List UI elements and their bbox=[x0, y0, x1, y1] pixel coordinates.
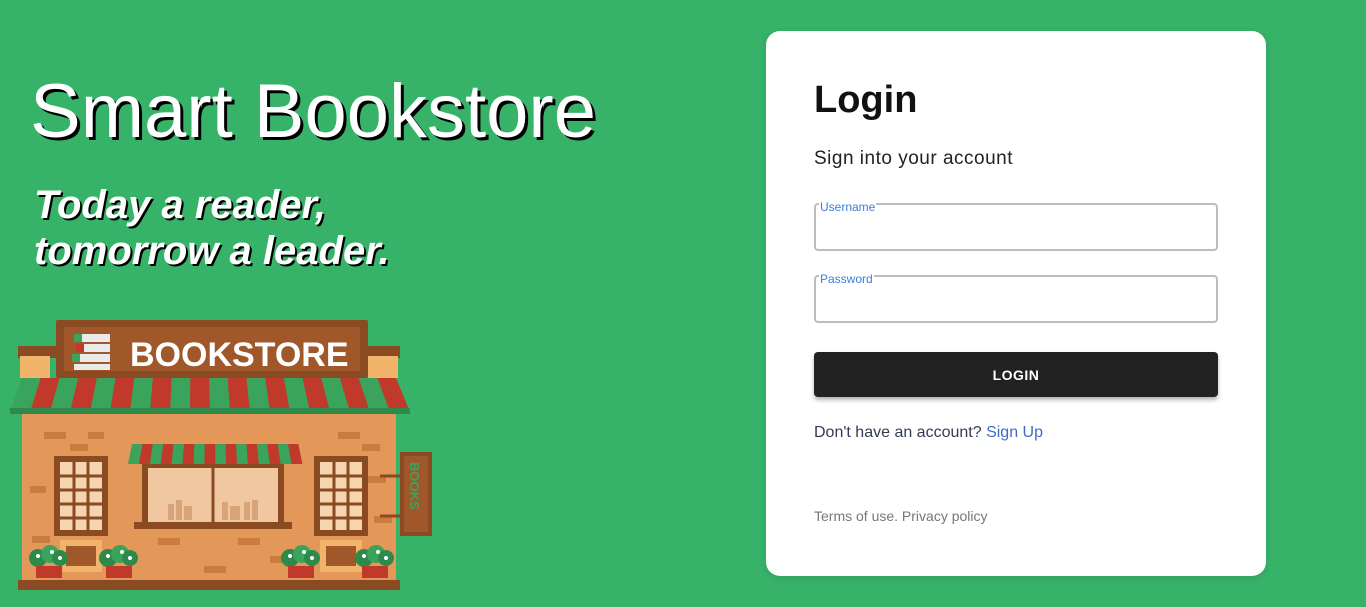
login-title: Login bbox=[814, 79, 918, 121]
tagline-line-2: tomorrow a leader. bbox=[34, 229, 390, 273]
display-window bbox=[128, 444, 303, 529]
username-field[interactable]: Username bbox=[814, 200, 1218, 251]
login-page: Smart Bookstore Today a reader, tomorrow… bbox=[0, 0, 1366, 607]
password-label: Password bbox=[819, 272, 874, 286]
tagline-line-1: Today a reader, bbox=[34, 183, 326, 227]
main-awning bbox=[10, 378, 410, 414]
privacy-link[interactable]: Privacy policy bbox=[902, 508, 988, 524]
signup-prompt: Don't have an account? Sign Up bbox=[814, 424, 1043, 442]
username-input[interactable] bbox=[826, 219, 1210, 243]
login-button[interactable]: LOGIN bbox=[814, 352, 1218, 397]
books-icon bbox=[72, 334, 110, 370]
app-title: Smart Bookstore bbox=[30, 69, 596, 154]
login-subtitle: Sign into your account bbox=[814, 148, 1014, 169]
roof-corner-left bbox=[20, 356, 50, 378]
bookstore-illustration: BOOKSTORE BOOKS bbox=[10, 320, 432, 590]
signup-prompt-text: Don't have an account? bbox=[814, 424, 982, 441]
username-label: Username bbox=[819, 200, 877, 214]
signup-link[interactable]: Sign Up bbox=[986, 424, 1043, 441]
side-sign-text: BOOKS bbox=[407, 462, 422, 510]
password-input[interactable] bbox=[826, 291, 1210, 315]
login-card: Login Sign into your account Username Pa… bbox=[766, 31, 1266, 576]
password-field[interactable]: Password bbox=[814, 272, 1218, 323]
terms-link[interactable]: Terms of use. bbox=[814, 508, 898, 524]
store-sign-text: BOOKSTORE bbox=[130, 336, 349, 374]
footer-links: Terms of use. Privacy policy bbox=[814, 508, 988, 524]
tagline: Today a reader, tomorrow a leader. bbox=[34, 182, 390, 274]
store-base bbox=[18, 580, 400, 590]
roof-corner-right bbox=[368, 356, 398, 378]
